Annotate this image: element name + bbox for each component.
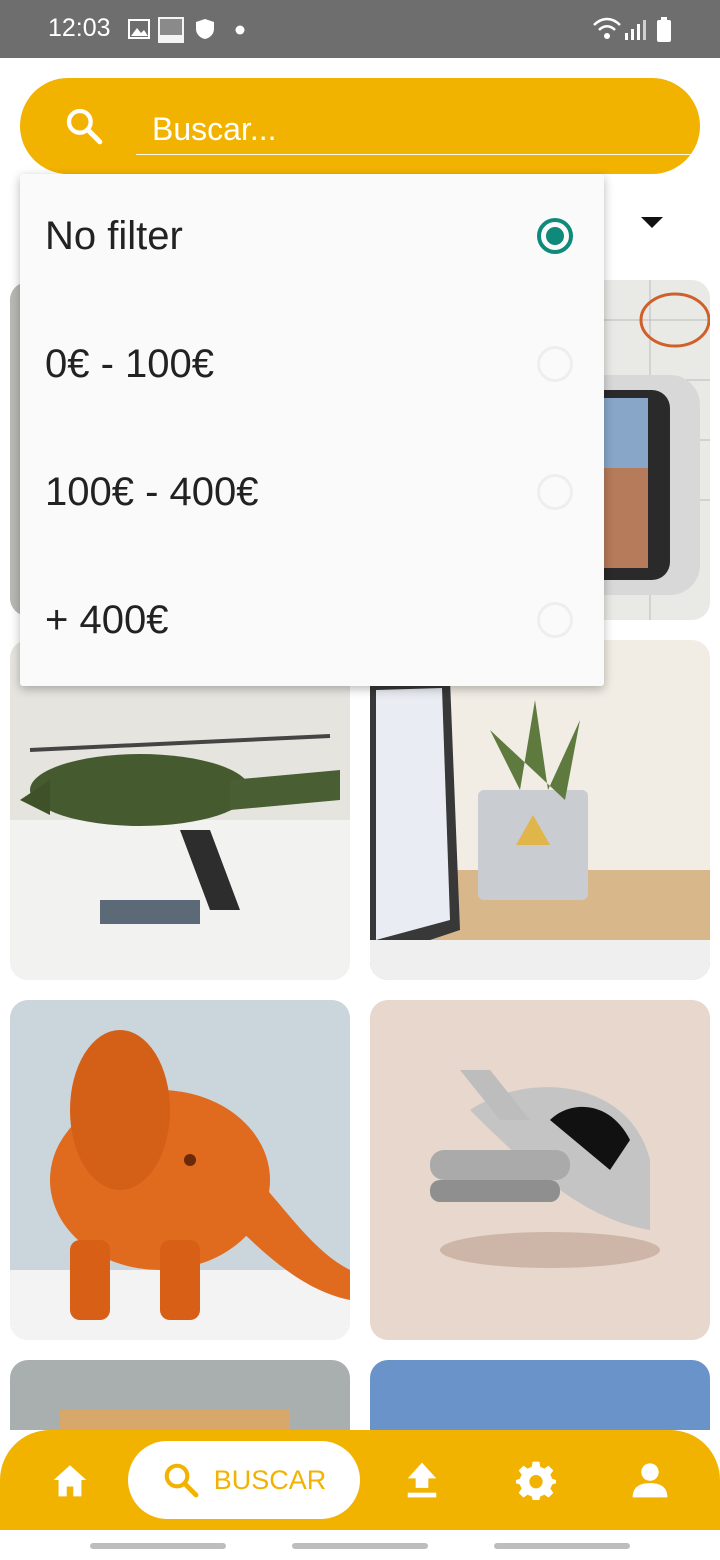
dropdown-caret-icon[interactable] <box>641 217 663 228</box>
nav-profile-button[interactable] <box>620 1448 680 1512</box>
wifi-icon <box>593 17 621 39</box>
battery-icon <box>657 17 671 42</box>
price-filter-menu: No filter 0€ - 100€ 100€ - 400€ + 400€ <box>20 174 604 686</box>
image-icon <box>128 19 150 39</box>
product-card-4[interactable] <box>370 640 710 980</box>
radio-unselected-icon[interactable] <box>537 474 573 510</box>
dot-icon <box>235 25 245 35</box>
search-icon <box>164 1463 199 1498</box>
product-card-7[interactable] <box>10 1360 350 1430</box>
filter-option-no-filter[interactable]: No filter <box>20 174 604 302</box>
filter-option-400-plus[interactable]: + 400€ <box>20 558 604 686</box>
product-card-3[interactable] <box>10 640 350 980</box>
nav-home-button[interactable] <box>40 1448 100 1512</box>
status-time: 12:03 <box>48 14 111 42</box>
filter-option-label: 100€ - 400€ <box>45 470 259 514</box>
orange-icon <box>158 17 184 43</box>
filter-option-label: 0€ - 100€ <box>45 342 215 386</box>
signal-icon <box>625 20 646 40</box>
product-card-8[interactable] <box>370 1360 710 1430</box>
product-card-6[interactable] <box>370 1000 710 1340</box>
system-nav-pill[interactable] <box>90 1543 226 1549</box>
system-nav-pill[interactable] <box>494 1543 630 1549</box>
user-icon <box>632 1463 668 1498</box>
home-icon <box>53 1465 87 1497</box>
upload-icon <box>407 1462 437 1498</box>
radio-unselected-icon[interactable] <box>537 602 573 638</box>
nav-search-button[interactable]: BUSCAR <box>128 1441 360 1519</box>
filter-option-0-100[interactable]: 0€ - 100€ <box>20 302 604 430</box>
status-bar: 12:03 <box>0 0 720 58</box>
nav-settings-button[interactable] <box>506 1448 566 1512</box>
system-nav-bar <box>0 1530 720 1560</box>
filter-option-100-400[interactable]: 100€ - 400€ <box>20 430 604 558</box>
search-bar <box>20 78 718 174</box>
nav-upload-button[interactable] <box>392 1448 452 1512</box>
search-input[interactable] <box>136 108 718 155</box>
shield-icon <box>196 19 214 39</box>
search-icon[interactable] <box>64 106 104 146</box>
radio-selected-icon[interactable] <box>537 218 573 254</box>
bottom-nav: BUSCAR <box>0 1430 720 1530</box>
system-nav-pill[interactable] <box>292 1543 428 1549</box>
filter-option-label: No filter <box>45 214 183 258</box>
product-card-5[interactable] <box>10 1000 350 1340</box>
nav-search-label: BUSCAR <box>213 1464 327 1495</box>
gear-icon <box>516 1461 556 1500</box>
filter-option-label: + 400€ <box>45 598 169 642</box>
radio-unselected-icon[interactable] <box>537 346 573 382</box>
